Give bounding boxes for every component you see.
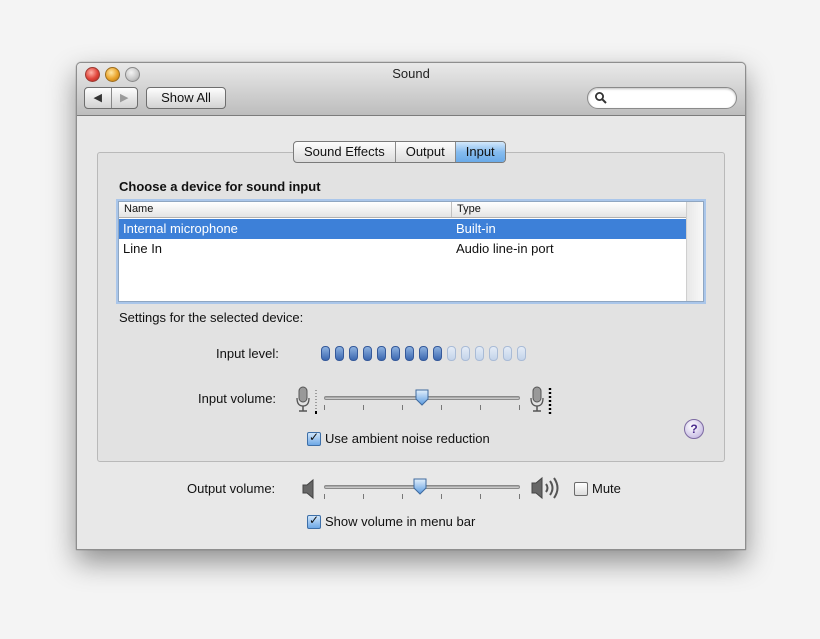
input-level-segment <box>447 346 456 361</box>
tab-input[interactable]: Input <box>454 142 505 162</box>
ambient-noise-checkbox-box[interactable] <box>307 430 321 446</box>
device-name: Line In <box>123 241 163 256</box>
column-header-name[interactable]: Name <box>124 203 153 215</box>
table-row[interactable]: Internal microphone Built-in <box>119 219 686 239</box>
device-list-heading: Choose a device for sound input <box>119 179 321 194</box>
forward-arrow-icon: ▶ <box>120 92 129 104</box>
ambient-noise-checkbox[interactable]: Use ambient noise reduction <box>307 430 490 446</box>
tab-sound-effects[interactable]: Sound Effects <box>294 142 395 162</box>
device-type: Built-in <box>456 221 496 236</box>
microphone-loud-icon <box>530 386 552 415</box>
slider-tick <box>402 405 403 410</box>
mute-label: Mute <box>592 481 621 496</box>
show-all-button[interactable]: Show All <box>146 87 226 109</box>
mute-checkbox-box[interactable] <box>574 481 588 496</box>
input-level-segment <box>349 346 358 361</box>
input-level-segment <box>461 346 470 361</box>
slider-tick <box>324 494 325 499</box>
slider-tick <box>363 494 364 499</box>
table-scrollbar[interactable] <box>686 202 703 301</box>
search-icon <box>595 92 607 104</box>
search-input[interactable] <box>610 90 734 107</box>
output-volume-knob[interactable] <box>413 478 427 495</box>
slider-tick <box>519 405 520 410</box>
title-bar: Sound ◀ ▶ Show All <box>77 63 745 116</box>
window-title: Sound <box>392 66 430 81</box>
menu-bar-checkbox[interactable]: Show volume in menu bar <box>307 513 476 529</box>
input-pane <box>97 152 725 462</box>
input-volume-label: Input volume: <box>198 391 277 406</box>
back-button[interactable]: ◀ <box>85 88 111 108</box>
input-level-segment <box>391 346 400 361</box>
tab-bar: Sound Effects Output Input <box>293 141 506 163</box>
microphone-quiet-icon <box>296 386 317 414</box>
speaker-loud-icon <box>531 476 559 500</box>
input-level-segment <box>503 346 512 361</box>
input-level-segment <box>419 346 428 361</box>
output-volume-slider[interactable] <box>324 478 520 499</box>
navigation-buttons: ◀ ▶ <box>84 87 138 109</box>
input-level-segment <box>517 346 526 361</box>
input-level-segment <box>321 346 330 361</box>
input-level-meter <box>321 346 526 361</box>
settings-label: Settings for the selected device: <box>119 310 304 325</box>
speaker-quiet-icon <box>302 478 314 500</box>
device-name: Internal microphone <box>123 221 238 236</box>
input-level-segment <box>363 346 372 361</box>
tab-output[interactable]: Output <box>394 142 455 162</box>
mute-checkbox[interactable]: Mute <box>574 481 621 496</box>
input-volume-knob[interactable] <box>415 389 429 406</box>
input-level-segment <box>377 346 386 361</box>
column-header-type[interactable]: Type <box>451 202 481 217</box>
slider-tick <box>324 405 325 410</box>
menu-bar-checkbox-box[interactable] <box>307 513 321 529</box>
input-level-label: Input level: <box>216 346 279 361</box>
device-type: Audio line-in port <box>456 241 554 256</box>
slider-tick <box>441 405 442 410</box>
table-header: Name Type <box>119 202 686 218</box>
sound-window: Sound ◀ ▶ Show All Sound Effects Output … <box>76 62 746 550</box>
slider-tick <box>441 494 442 499</box>
ambient-noise-label: Use ambient noise reduction <box>325 431 490 446</box>
forward-button[interactable]: ▶ <box>110 88 138 108</box>
table-row[interactable]: Line In Audio line-in port <box>119 239 686 259</box>
input-level-segment <box>475 346 484 361</box>
slider-tick <box>480 494 481 499</box>
input-level-segment <box>489 346 498 361</box>
slider-tick <box>480 405 481 410</box>
input-device-table: Name Type Internal microphone Built-in L… <box>118 201 704 302</box>
slider-tick <box>519 494 520 499</box>
input-level-segment <box>405 346 414 361</box>
input-level-segment <box>433 346 442 361</box>
slider-tick <box>363 405 364 410</box>
input-level-segment <box>335 346 344 361</box>
search-field[interactable] <box>587 87 737 109</box>
output-volume-label: Output volume: <box>187 481 276 496</box>
menu-bar-label: Show volume in menu bar <box>325 514 476 529</box>
back-arrow-icon: ◀ <box>93 92 102 104</box>
slider-tick <box>402 494 403 499</box>
input-volume-slider[interactable] <box>324 389 520 410</box>
help-button[interactable]: ? <box>684 419 704 439</box>
